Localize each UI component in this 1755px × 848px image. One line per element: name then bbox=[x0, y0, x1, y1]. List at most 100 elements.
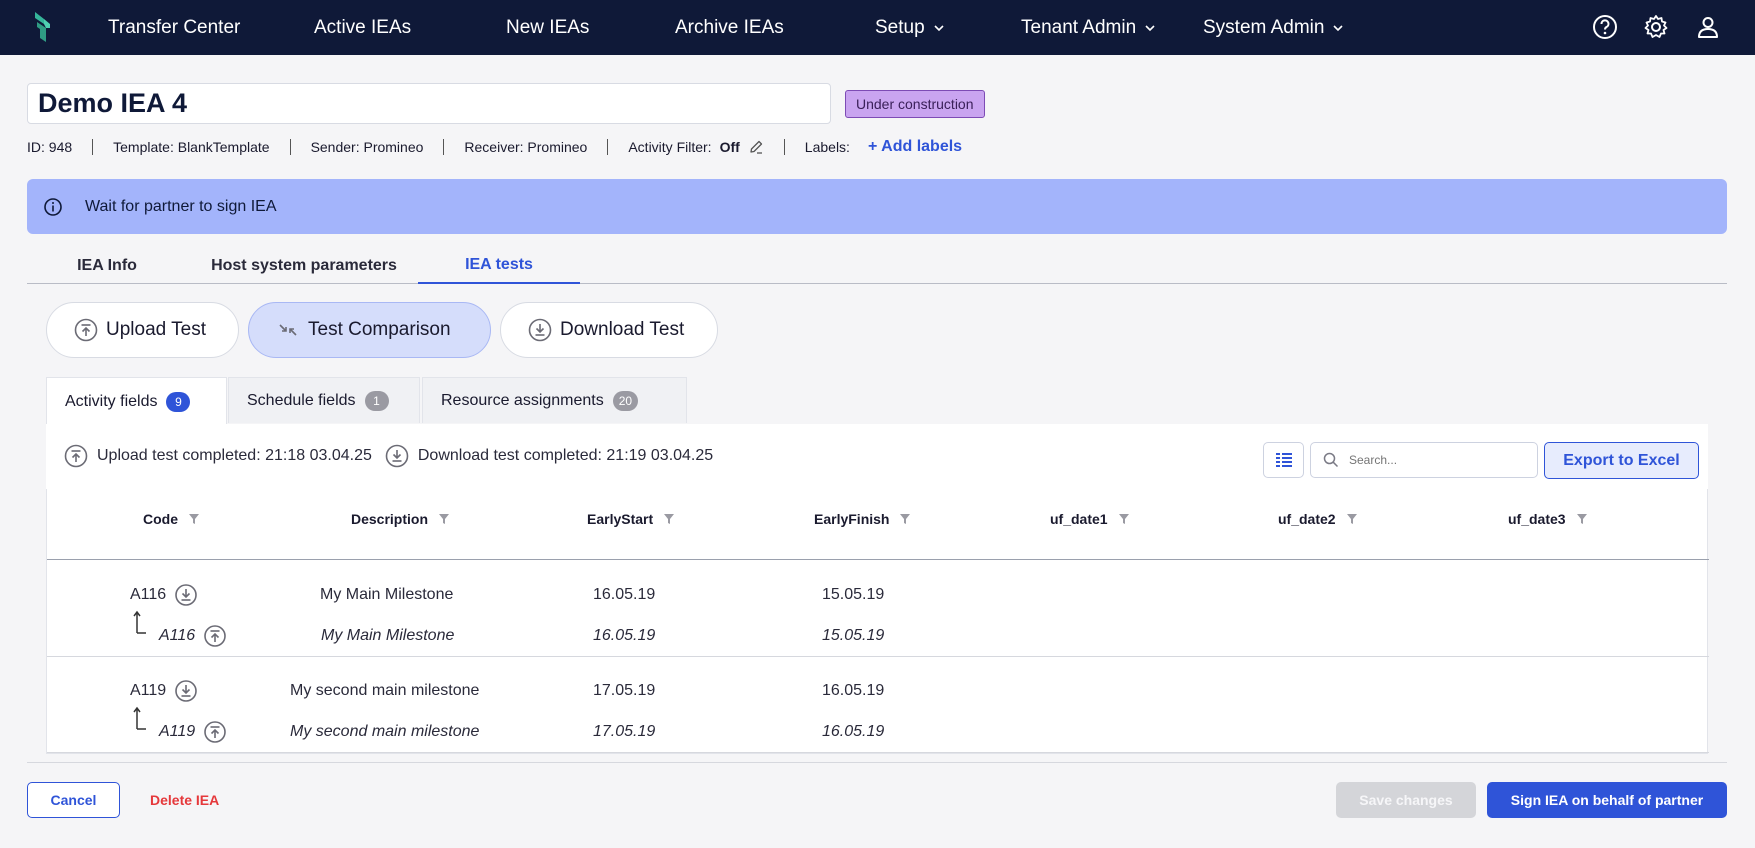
pencil-icon[interactable] bbox=[748, 139, 764, 155]
table-cell-early-start: 17.05.19 bbox=[593, 723, 656, 740]
count-badge: 9 bbox=[166, 391, 191, 412]
filter-icon[interactable] bbox=[663, 513, 675, 525]
tab-iea-info[interactable]: IEA Info bbox=[27, 247, 187, 284]
compare-arrows-icon bbox=[279, 324, 297, 336]
table-cell-early-finish: 15.05.19 bbox=[822, 627, 885, 644]
nav-active-ieas[interactable]: Active IEAs bbox=[314, 0, 411, 55]
divider bbox=[27, 762, 1727, 763]
nav-setup-menu[interactable]: Setup bbox=[875, 0, 944, 55]
info-icon bbox=[44, 197, 62, 216]
table-cell-early-finish: 16.05.19 bbox=[822, 723, 885, 740]
delete-iea-button[interactable]: Delete IEA bbox=[150, 782, 219, 818]
column-header-early-finish[interactable]: EarlyFinish bbox=[814, 509, 911, 529]
nav-tenant-admin-menu[interactable]: Tenant Admin bbox=[1021, 0, 1155, 55]
columns-list-icon bbox=[1275, 453, 1292, 467]
chevron-down-icon bbox=[1145, 24, 1155, 31]
column-header-uf-date3[interactable]: uf_date3 bbox=[1508, 509, 1588, 529]
tab-host-system-parameters[interactable]: Host system parameters bbox=[191, 247, 417, 284]
corner-arrow-up-icon bbox=[133, 706, 146, 730]
table-cell-early-finish: 16.05.19 bbox=[822, 682, 885, 699]
test-comparison-button[interactable]: Test Comparison bbox=[248, 302, 491, 358]
filter-icon[interactable] bbox=[899, 513, 911, 525]
count-badge: 20 bbox=[612, 390, 639, 411]
table-cell-description: My Main Milestone bbox=[321, 627, 455, 644]
column-header-description[interactable]: Description bbox=[351, 509, 450, 529]
download-icon bbox=[175, 680, 197, 702]
status-badge: Under construction bbox=[845, 90, 985, 118]
top-navigation: Transfer Center Active IEAs New IEAs Arc… bbox=[0, 0, 1755, 55]
divider bbox=[47, 559, 1709, 560]
table-cell-description: My Main Milestone bbox=[320, 586, 454, 603]
divider bbox=[607, 139, 609, 155]
download-icon bbox=[175, 584, 197, 606]
download-test-button[interactable]: Download Test bbox=[500, 302, 718, 358]
table-cell-code: A119 bbox=[159, 721, 227, 743]
table-cell-code: A116 bbox=[130, 584, 198, 606]
upload-icon bbox=[204, 625, 226, 647]
user-icon[interactable] bbox=[1695, 14, 1721, 40]
table-cell-code: A119 bbox=[130, 680, 198, 702]
nav-archive-ieas[interactable]: Archive IEAs bbox=[675, 0, 784, 55]
divider bbox=[47, 656, 1709, 657]
iea-title-input[interactable]: Demo IEA 4 bbox=[27, 83, 831, 124]
subtab-schedule-fields[interactable]: Schedule fields 1 bbox=[228, 377, 420, 423]
table-cell-early-finish: 15.05.19 bbox=[822, 586, 885, 603]
iea-receiver: Receiver: Promineo bbox=[464, 139, 588, 155]
iea-meta: ID: 948 Template: BlankTemplate Sender: … bbox=[27, 137, 962, 157]
test-status-line: Upload test completed: 21:18 03.04.25 Do… bbox=[64, 444, 713, 468]
chevron-down-icon bbox=[934, 24, 944, 31]
save-changes-button[interactable]: Save changes bbox=[1336, 782, 1476, 818]
divider bbox=[92, 139, 94, 155]
column-header-uf-date2[interactable]: uf_date2 bbox=[1278, 509, 1358, 529]
corner-arrow-up-icon bbox=[133, 610, 146, 634]
iea-id: ID: 948 bbox=[27, 139, 73, 155]
iea-template: Template: BlankTemplate bbox=[113, 139, 270, 155]
count-badge: 1 bbox=[364, 390, 389, 411]
help-icon[interactable] bbox=[1592, 14, 1618, 40]
gear-icon[interactable] bbox=[1643, 14, 1669, 40]
download-status-text: Download test completed: 21:19 03.04.25 bbox=[417, 447, 714, 464]
divider bbox=[443, 139, 445, 155]
info-banner: Wait for partner to sign IEA bbox=[27, 179, 1727, 234]
divider bbox=[783, 139, 785, 155]
filter-icon[interactable] bbox=[1118, 513, 1130, 525]
upload-icon bbox=[204, 721, 226, 743]
column-header-early-start[interactable]: EarlyStart bbox=[587, 509, 675, 529]
subtab-resource-assignments[interactable]: Resource assignments 20 bbox=[422, 377, 687, 423]
activity-filter-value: Off bbox=[719, 139, 740, 155]
upload-test-button[interactable]: Upload Test bbox=[46, 302, 239, 358]
table-cell-description: My second main milestone bbox=[290, 723, 480, 740]
nav-transfer-center[interactable]: Transfer Center bbox=[108, 0, 240, 55]
filter-icon[interactable] bbox=[1346, 513, 1358, 525]
column-header-code[interactable]: Code bbox=[143, 509, 200, 529]
test-panel: Upload test completed: 21:18 03.04.25 Do… bbox=[46, 424, 1709, 754]
column-header-uf-date1[interactable]: uf_date1 bbox=[1050, 509, 1130, 529]
filter-icon[interactable] bbox=[438, 513, 450, 525]
table-cell-early-start: 16.05.19 bbox=[593, 627, 656, 644]
subtab-activity-fields[interactable]: Activity fields 9 bbox=[46, 377, 227, 425]
sign-iea-button[interactable]: Sign IEA on behalf of partner bbox=[1487, 782, 1727, 818]
filter-icon[interactable] bbox=[1576, 513, 1588, 525]
app-logo[interactable] bbox=[32, 10, 54, 44]
upload-icon bbox=[64, 444, 88, 468]
nav-new-ieas[interactable]: New IEAs bbox=[506, 0, 589, 55]
table-cell-early-start: 16.05.19 bbox=[593, 586, 656, 603]
search-input[interactable] bbox=[1349, 453, 1519, 467]
table-cell-code: A116 bbox=[159, 625, 227, 647]
chevron-down-icon bbox=[1333, 24, 1344, 31]
search-icon bbox=[1323, 452, 1339, 468]
cancel-button[interactable]: Cancel bbox=[27, 782, 120, 818]
download-icon bbox=[385, 444, 409, 468]
nav-system-admin-menu[interactable]: System Admin bbox=[1203, 0, 1344, 55]
add-labels-link[interactable]: + Add labels bbox=[868, 138, 962, 156]
filter-icon[interactable] bbox=[188, 513, 200, 525]
export-to-excel-button[interactable]: Export to Excel bbox=[1544, 442, 1699, 479]
tab-iea-tests[interactable]: IEA tests bbox=[418, 247, 580, 284]
table-cell-description: My second main milestone bbox=[290, 682, 480, 699]
table-cell-early-start: 17.05.19 bbox=[593, 682, 656, 699]
divider bbox=[289, 139, 291, 155]
column-settings-button[interactable] bbox=[1263, 442, 1304, 478]
comparison-table: Code Description EarlyStart EarlyFinish … bbox=[46, 489, 1709, 754]
search-box bbox=[1310, 442, 1538, 478]
divider bbox=[47, 752, 1709, 753]
